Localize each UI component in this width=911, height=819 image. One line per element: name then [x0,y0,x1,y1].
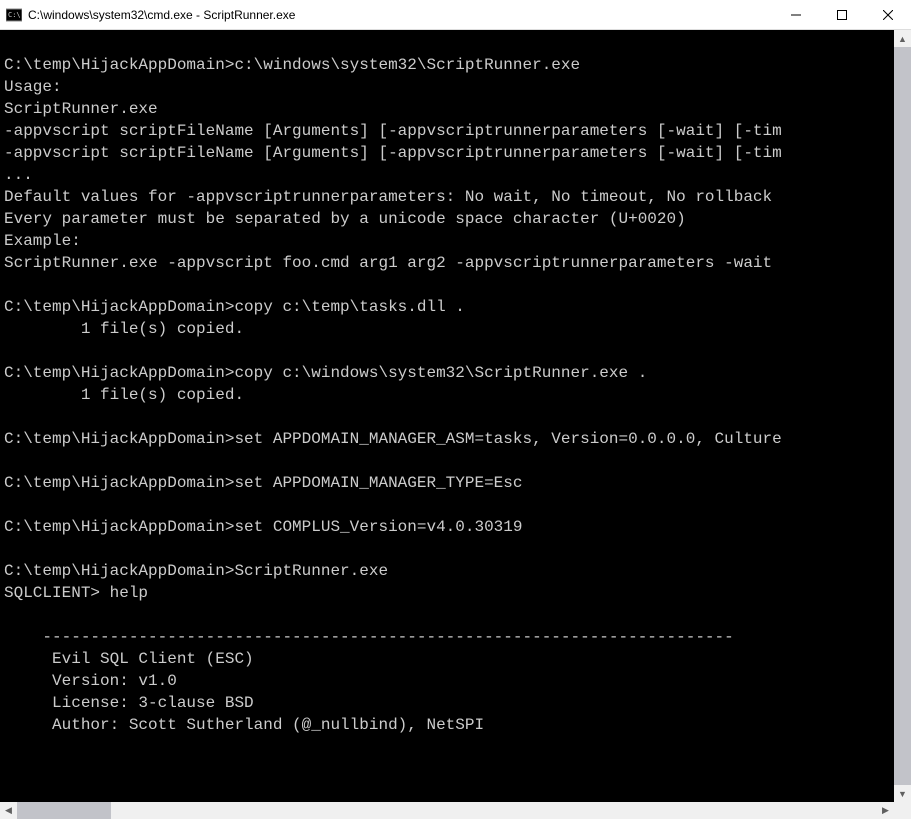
scroll-left-arrow[interactable]: ◀ [0,802,17,819]
scroll-up-arrow[interactable]: ▲ [894,30,911,47]
scroll-down-arrow[interactable]: ▼ [894,785,911,802]
svg-text:C:\: C:\ [8,11,21,19]
scroll-thumb-vertical[interactable] [894,47,911,785]
window-titlebar: C:\ C:\windows\system32\cmd.exe - Script… [0,0,911,30]
window-title: C:\windows\system32\cmd.exe - ScriptRunn… [28,8,773,22]
maximize-button[interactable] [819,0,865,30]
scroll-track-vertical[interactable] [894,47,911,785]
scroll-corner [894,802,911,819]
console-area[interactable]: C:\temp\HijackAppDomain>c:\windows\syste… [0,30,911,819]
window-controls [773,0,911,30]
vertical-scrollbar[interactable]: ▲ ▼ [894,30,911,802]
scroll-right-arrow[interactable]: ▶ [877,802,894,819]
close-button[interactable] [865,0,911,30]
console-output: C:\temp\HijackAppDomain>c:\windows\syste… [0,30,911,802]
horizontal-scrollbar[interactable]: ◀ ▶ [0,802,894,819]
minimize-button[interactable] [773,0,819,30]
cmd-icon: C:\ [6,7,22,23]
scroll-track-horizontal[interactable] [17,802,877,819]
scroll-thumb-horizontal[interactable] [17,802,111,819]
